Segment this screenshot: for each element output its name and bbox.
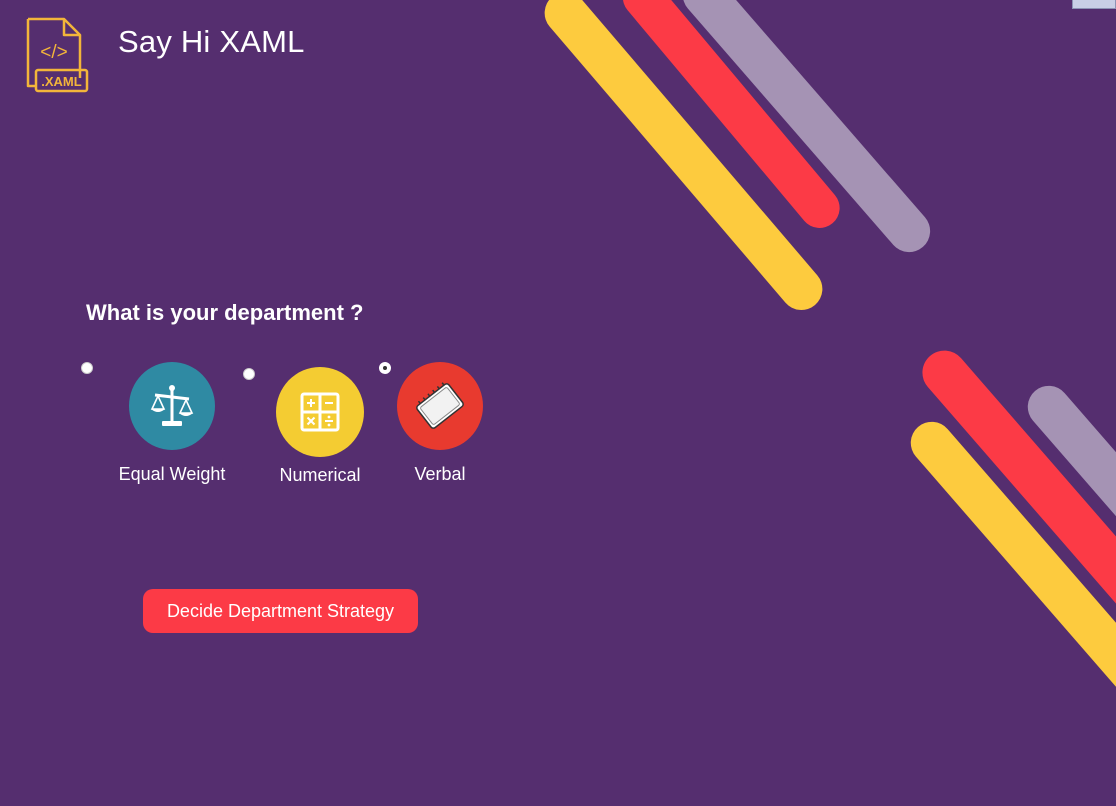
department-question: What is your department ? <box>86 300 364 325</box>
window-corner-handle[interactable] <box>1072 0 1116 9</box>
radio-numerical[interactable] <box>243 368 255 380</box>
decide-strategy-button[interactable]: Decide Department Strategy <box>143 589 418 633</box>
option-label: Verbal <box>414 464 466 484</box>
option-numerical[interactable]: Numerical <box>270 367 370 486</box>
scales-icon <box>150 385 194 426</box>
radio-verbal[interactable] <box>379 362 391 374</box>
radio-equal-weight[interactable] <box>81 362 93 374</box>
xaml-logo-icon: </> .XAML <box>24 16 90 96</box>
option-label: Equal Weight <box>118 464 226 484</box>
option-verbal[interactable]: Verbal <box>396 362 484 485</box>
app-title: Say Hi XAML <box>118 24 305 59</box>
svg-text:</>: </> <box>40 42 67 63</box>
notebook-icon <box>416 382 464 429</box>
calculator-icon <box>300 392 340 432</box>
verbal-badge <box>397 362 483 450</box>
equal-weight-badge <box>129 362 215 450</box>
option-equal-weight[interactable]: Equal Weight <box>112 362 232 485</box>
svg-text:.XAML: .XAML <box>41 74 82 89</box>
numerical-badge <box>276 367 364 457</box>
option-label: Numerical <box>279 465 361 485</box>
